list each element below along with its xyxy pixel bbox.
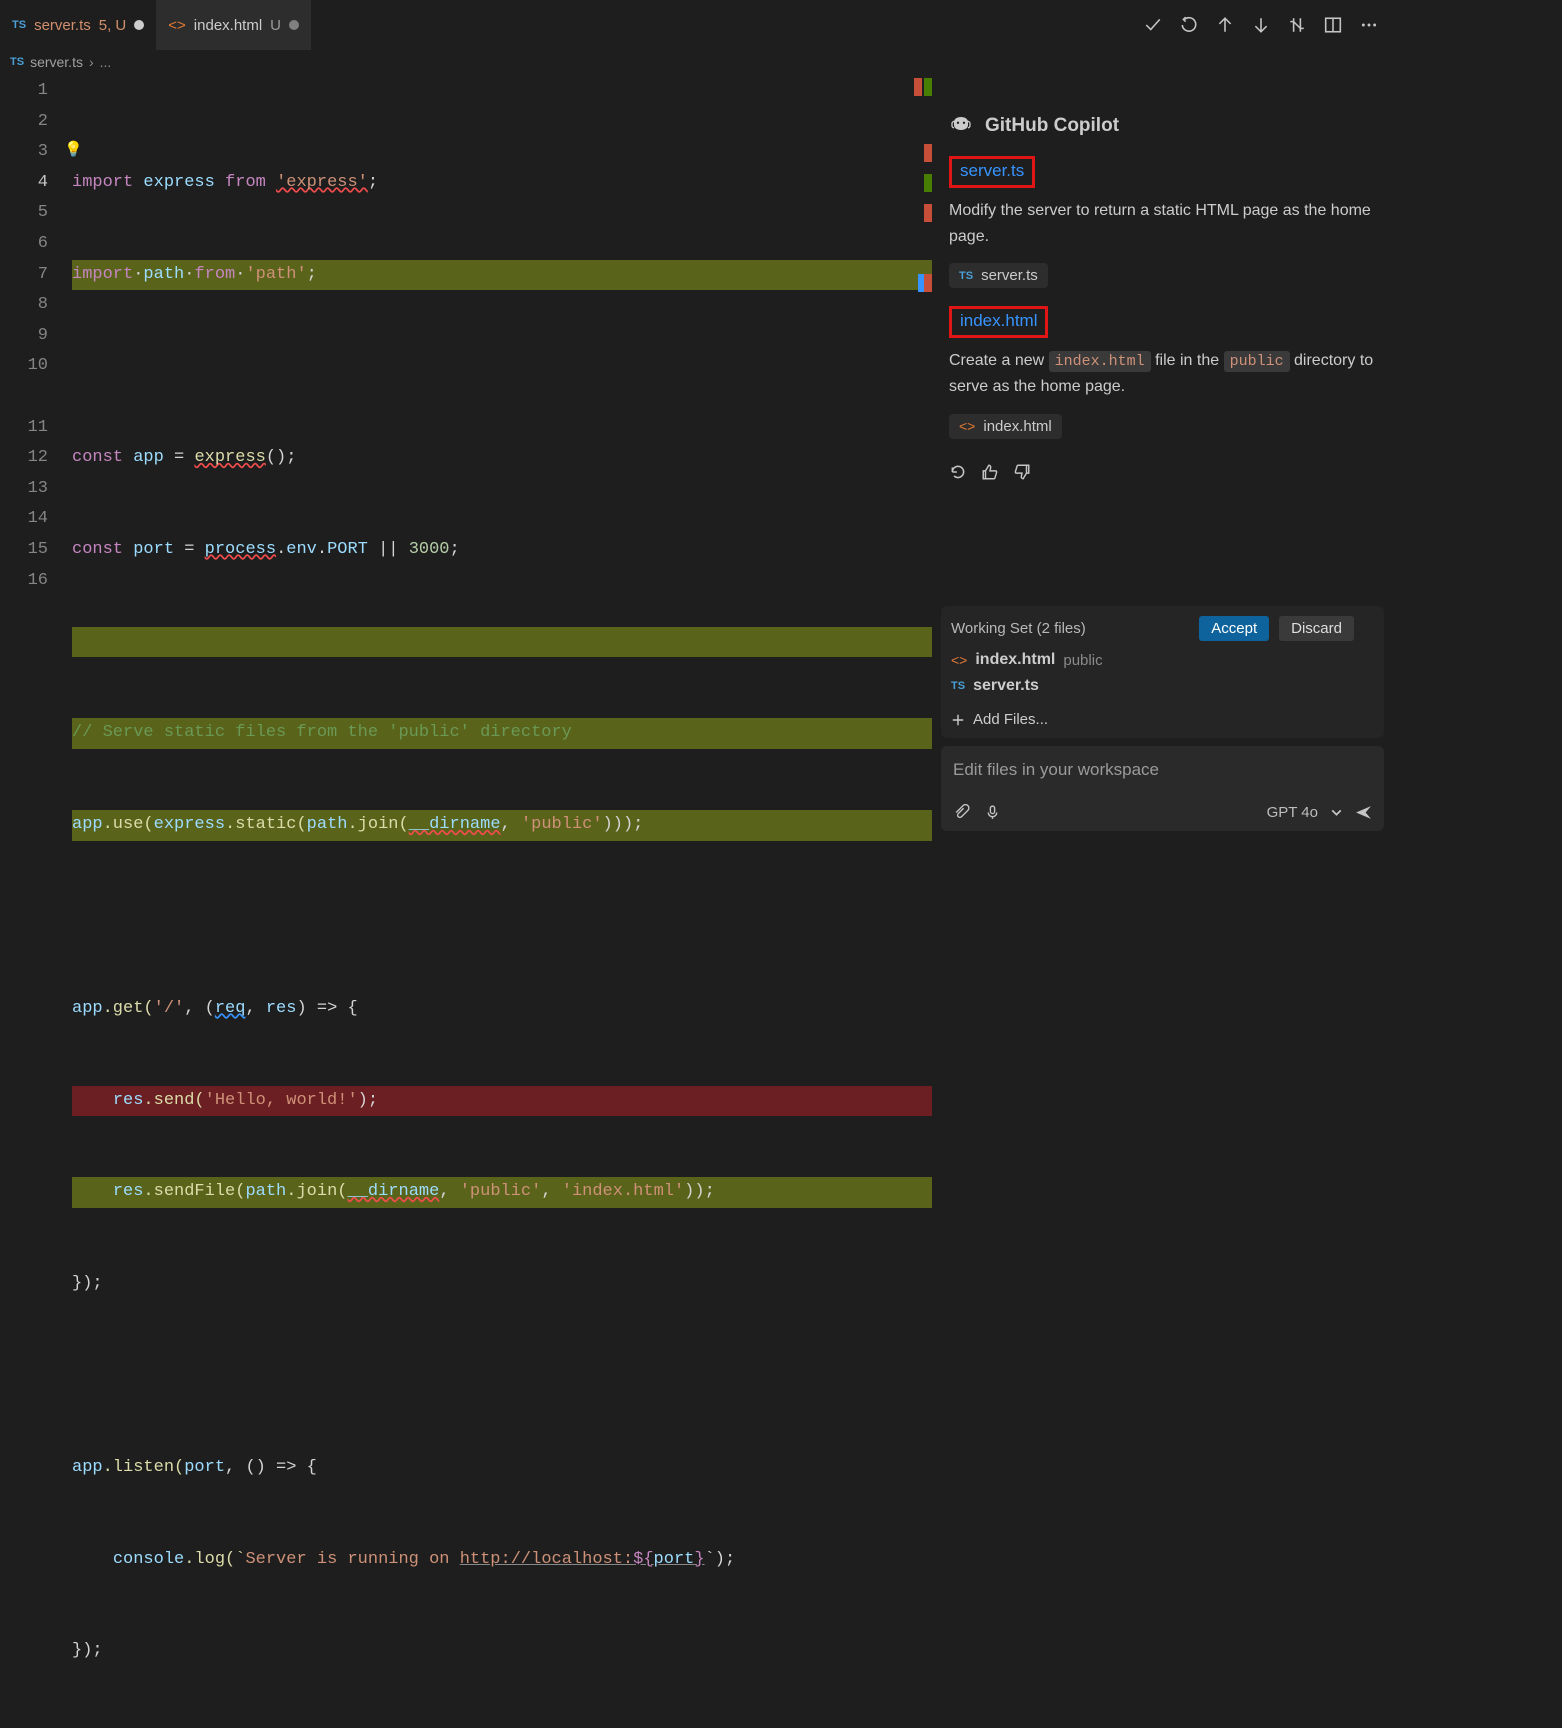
thumbs-down-icon[interactable] [1013,463,1031,481]
undo-icon[interactable] [1180,16,1198,34]
copilot-panel: GitHub Copilot server.ts Modify the serv… [932,50,1392,841]
copilot-icon [949,114,973,138]
tab-filename: server.ts [34,17,91,34]
add-files-button[interactable]: Add Files... [951,711,1374,728]
lightbulb-icon[interactable]: 💡 [64,136,83,167]
breadcrumb-file: server.ts [30,54,83,70]
accept-button[interactable]: Accept [1199,616,1269,641]
chevron-down-icon[interactable] [1328,804,1345,821]
typescript-icon: TS [951,680,965,692]
html-icon: <> [959,418,975,434]
dirty-indicator-icon[interactable] [134,20,144,30]
link-index-html[interactable]: index.html [949,306,1048,338]
minimap-overview[interactable] [914,74,932,1728]
line-number-gutter: 1 2 3 4 5 6 7 8 9 10 11 12 13 14 15 16 [0,74,72,1728]
tab-status-suffix: 5, U [99,17,127,34]
copilot-title: GitHub Copilot [949,114,1376,138]
typescript-icon: TS [10,56,24,68]
more-icon[interactable] [1360,16,1378,34]
editor-pane: TS server.ts › ... 1 2 3 4 5 6 7 8 9 10 … [0,50,932,841]
editor-tabs: TS server.ts 5, U <> index.html U [0,0,1392,50]
compare-icon[interactable] [1288,16,1306,34]
chevron-right-icon: › [89,54,94,70]
tab-index-html[interactable]: <> index.html U [156,0,311,50]
html-icon: <> [168,17,186,34]
arrow-up-icon[interactable] [1216,16,1234,34]
dirty-indicator-icon[interactable] [289,20,299,30]
typescript-icon: TS [12,19,26,31]
typescript-icon: TS [959,270,973,282]
code-editor[interactable]: 1 2 3 4 5 6 7 8 9 10 11 12 13 14 15 16 💡 [0,74,932,1728]
refresh-icon[interactable] [949,463,967,481]
attach-icon[interactable] [953,804,970,821]
copilot-description: Modify the server to return a static HTM… [949,198,1376,249]
arrow-down-icon[interactable] [1252,16,1270,34]
file-chip-server[interactable]: TS server.ts [949,263,1048,288]
file-chip-index[interactable]: <> index.html [949,414,1062,439]
copilot-description: Create a new index.html file in the publ… [949,348,1376,400]
tab-filename: index.html [194,17,262,34]
editor-toolbar [1130,16,1392,34]
link-server-ts[interactable]: server.ts [949,156,1035,188]
chat-input[interactable]: Edit files in your workspace GPT 4o [941,746,1384,831]
breadcrumb-more: ... [100,54,112,70]
working-set-file[interactable]: TS server.ts [951,677,1374,695]
copilot-body: GitHub Copilot server.ts Modify the serv… [933,100,1392,606]
tab-status-suffix: U [270,17,281,34]
working-set-title: Working Set (2 files) [951,620,1086,637]
code-content[interactable]: 💡 import express from 'express'; import·… [72,74,932,1728]
working-set-file[interactable]: <> index.html public [951,651,1374,669]
chat-placeholder: Edit files in your workspace [953,760,1372,780]
thumbs-up-icon[interactable] [981,463,999,481]
copilot-toolbar [933,50,1392,100]
discard-button[interactable]: Discard [1279,616,1354,641]
accept-icon[interactable] [1144,16,1162,34]
split-editor-icon[interactable] [1324,16,1342,34]
title-bar: TS server.ts 5, U <> index.html U [0,0,1392,50]
microphone-icon[interactable] [984,804,1001,821]
tab-server-ts[interactable]: TS server.ts 5, U [0,0,156,50]
html-icon: <> [951,652,967,668]
feedback-row [949,463,1376,481]
send-icon[interactable] [1355,804,1372,821]
breadcrumb[interactable]: TS server.ts › ... [0,50,932,74]
model-selector[interactable]: GPT 4o [1267,804,1318,821]
working-set: Working Set (2 files) Accept Discard <> … [941,606,1384,738]
